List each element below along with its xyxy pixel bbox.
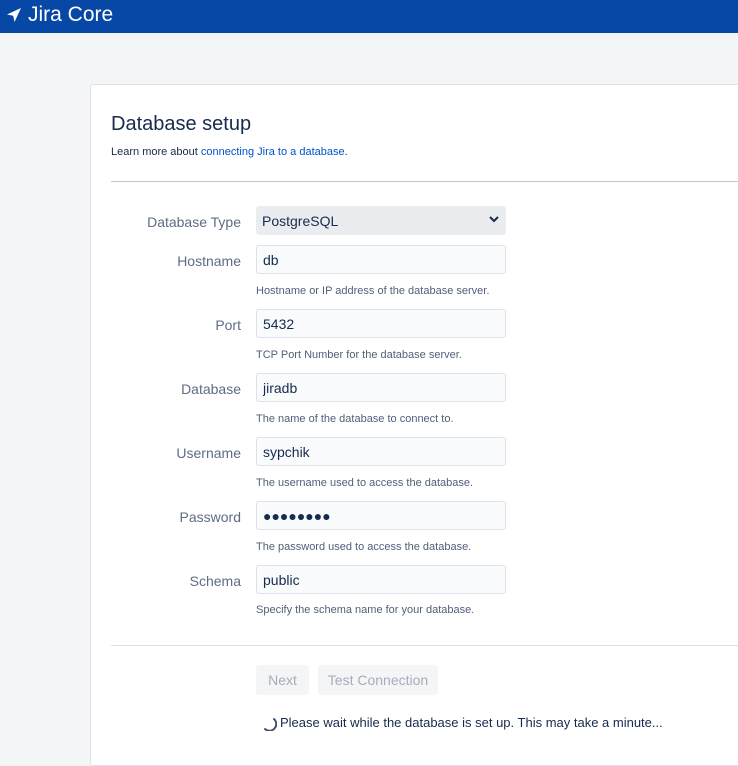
password-label: Password [179, 509, 241, 525]
status-message: Please wait while the database is set up… [280, 715, 663, 730]
username-label: Username [176, 445, 241, 461]
hostname-label: Hostname [177, 253, 241, 269]
jira-icon [7, 8, 21, 22]
test-connection-button[interactable]: Test Connection [318, 665, 438, 695]
schema-input[interactable] [256, 565, 506, 594]
port-help: TCP Port Number for the database server. [256, 349, 462, 361]
divider [111, 181, 738, 182]
hostname-help: Hostname or IP address of the database s… [256, 285, 490, 297]
next-button[interactable]: Next [256, 665, 309, 695]
database-label: Database [181, 381, 241, 397]
app-name: Jira Core [28, 3, 114, 26]
chevron-down-icon [489, 216, 499, 223]
divider [111, 645, 738, 646]
schema-label: Schema [189, 573, 241, 589]
connecting-jira-link[interactable]: connecting Jira to a database [201, 146, 345, 158]
database-type-select[interactable]: PostgreSQL [256, 206, 506, 235]
port-input[interactable] [256, 309, 506, 338]
username-help: The username used to access the database… [256, 477, 474, 489]
database-type-value: PostgreSQL [262, 212, 339, 229]
page-title: Database setup [111, 113, 252, 135]
port-label: Port [215, 317, 241, 333]
jira-logo[interactable]: Jira Core [6, 3, 113, 27]
database-setup-panel: Database setup Learn more about connecti… [90, 84, 738, 766]
schema-help: Specify the schema name for your databas… [256, 604, 475, 616]
hostname-input[interactable] [256, 245, 506, 274]
password-input[interactable] [256, 501, 506, 530]
spinner-icon [264, 718, 277, 731]
learn-more-text: Learn more about connecting Jira to a da… [111, 146, 348, 158]
database-help: The name of the database to connect to. [256, 413, 454, 425]
top-bar: Jira Core [0, 0, 738, 33]
username-input[interactable] [256, 437, 506, 466]
database-input[interactable] [256, 373, 506, 402]
password-help: The password used to access the database… [256, 541, 472, 553]
database-type-label: Database Type [147, 214, 241, 230]
